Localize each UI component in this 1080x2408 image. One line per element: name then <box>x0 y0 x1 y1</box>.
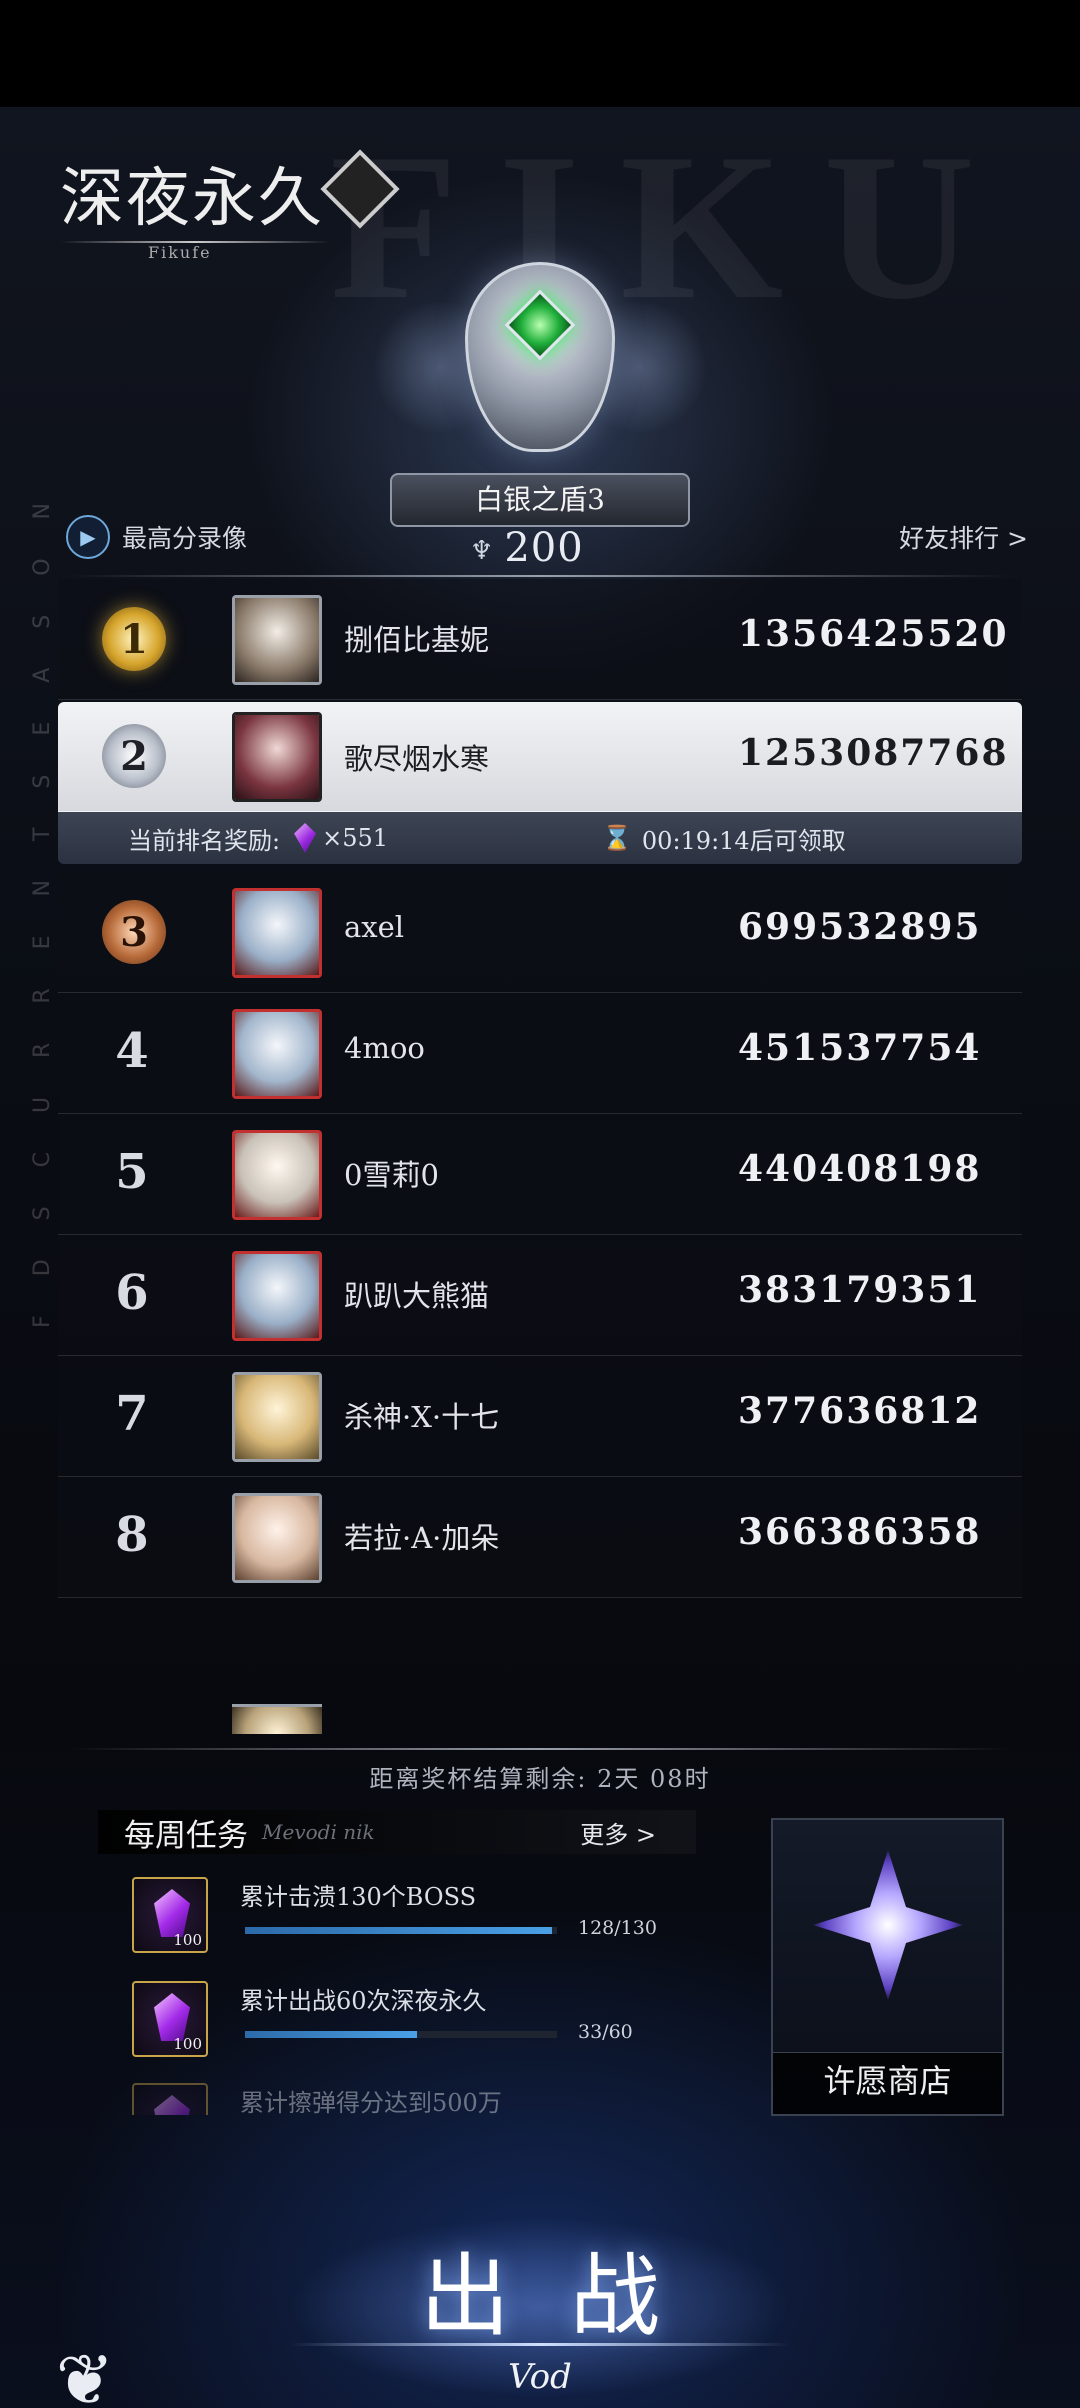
reward-gem-icon: 100 <box>132 1877 208 1953</box>
reward-count: 100 <box>173 2035 202 2053</box>
rank-number: 6 <box>115 1265 149 1321</box>
play-icon: ▶ <box>66 515 110 559</box>
task-item[interactable]: 100 累计出战60次深夜永久 33/60 <box>98 1973 688 2061</box>
rank-number: 4 <box>115 1023 149 1079</box>
high-score-replay-button[interactable]: ▶ 最高分录像 <box>66 515 247 559</box>
leaderboard-row[interactable]: 5 0雪莉0 440408198 <box>58 1114 1022 1235</box>
wish-shop-button[interactable]: 许愿商店 <box>771 1818 1004 2116</box>
avatar[interactable] <box>232 1251 322 1341</box>
weekly-tasks-subtitle: Mevodi nik <box>262 1820 375 1844</box>
task-label: 累计击溃130个BOSS <box>240 1883 477 1911</box>
player-name: 趴趴大熊猫 <box>344 1279 490 1313</box>
friend-ranking-link[interactable]: 好友排行 > <box>899 519 1028 555</box>
weekly-tasks-header: 每周任务 Mevodi nik 更多 > <box>98 1810 696 1854</box>
current-rank-reward: 当前排名奖励: ×551 ⌛ 00:19:14后可领取 <box>58 812 1022 864</box>
high-score-label: 最高分录像 <box>122 524 248 553</box>
leaderboard-row[interactable]: 3 axel 699532895 <box>58 872 1022 993</box>
gold-medal-icon: 1 <box>102 607 166 671</box>
reward-count: 100 <box>173 1931 202 1949</box>
season-settlement-timer: 距离奖杯结算剩余: 2天 08时 <box>369 1765 711 1793</box>
logo-title: 深夜永久 <box>60 162 324 236</box>
avatar[interactable] <box>232 1009 322 1099</box>
task-progress-fill <box>245 1927 553 1934</box>
rank-number: 7 <box>115 1386 149 1442</box>
battle-subtitle: Vod <box>508 2357 572 2397</box>
avatar[interactable] <box>232 888 322 978</box>
avatar[interactable] <box>232 1372 322 1462</box>
divider <box>70 1748 1010 1750</box>
wish-shop-label: 许愿商店 <box>823 2062 952 2100</box>
player-score: 440408198 <box>738 1148 982 1190</box>
back-feather-icon[interactable]: ❦ <box>42 2339 128 2408</box>
player-name: 若拉·A·加朵 <box>344 1521 500 1555</box>
battle-divider <box>290 2343 790 2346</box>
leaderboard-row[interactable]: 8 若拉·A·加朵 366386358 <box>58 1477 1022 1598</box>
leaderboard-row[interactable]: 7 杀神·X·十七 377636812 <box>58 1356 1022 1477</box>
rank-number: 8 <box>115 1507 149 1563</box>
player-score: 377636812 <box>738 1390 982 1432</box>
avatar[interactable] <box>232 712 322 802</box>
player-score: 1356425520 <box>738 613 1009 655</box>
player-score: 451537754 <box>738 1027 982 1069</box>
battle-button[interactable]: 出战 Vod <box>270 2187 810 2407</box>
trophy-count: ♆ 200 <box>470 525 584 571</box>
status-bar <box>0 0 1080 107</box>
avatar-partial <box>232 1704 322 1734</box>
task-progress-bar <box>245 1927 557 1934</box>
player-name: 歌尽烟水寒 <box>344 742 490 776</box>
more-tasks-link[interactable]: 更多 > <box>580 1815 656 1850</box>
wish-star-icon <box>813 1850 963 2000</box>
battle-label: 出战 <box>420 2244 720 2349</box>
player-name: 杀神·X·十七 <box>344 1400 500 1434</box>
leaderboard-row[interactable]: 6 趴趴大熊猫 383179351 <box>58 1235 1022 1356</box>
weekly-tasks-title: 每周任务 <box>124 1817 248 1854</box>
rank-emblem[interactable] <box>370 242 710 502</box>
player-name: 0雪莉0 <box>344 1158 439 1192</box>
season-vertical-text: F D S C U R R E N T S E A S O N <box>30 487 55 1328</box>
task-progress-bar <box>245 2031 557 2038</box>
game-logo: 深夜永久 Fikufe <box>60 147 400 262</box>
avatar[interactable] <box>232 1130 322 1220</box>
player-score: 1253087768 <box>738 732 1009 774</box>
player-name: axel <box>344 910 405 944</box>
task-progress-text: 33/60 <box>578 2021 633 2043</box>
reward-amount: ×551 <box>322 824 389 852</box>
reward-label: 当前排名奖励: <box>128 826 281 855</box>
task-item[interactable]: 累计擦弹得分达到500万 <box>98 2075 688 2115</box>
player-name: 4moo <box>344 1031 425 1065</box>
reward-timer: 00:19:14后可领取 <box>641 826 846 855</box>
divider <box>70 575 1010 577</box>
rank-number: 5 <box>115 1144 149 1200</box>
game-screen: FIKU F D S C U R R E N T S E A S O N 深夜永… <box>0 107 1080 2408</box>
avatar[interactable] <box>232 595 322 685</box>
purple-gem-icon <box>294 823 317 853</box>
task-progress-fill <box>245 2031 417 2038</box>
task-label: 累计出战60次深夜永久 <box>240 1987 487 2015</box>
silver-medal-icon: 2 <box>102 724 166 788</box>
leaderboard-list[interactable]: 1 捌佰比基妮 1356425520 2 歌尽烟水寒 1253087768 当前… <box>58 579 1022 1704</box>
logo-subtitle: Fikufe <box>148 243 212 262</box>
player-score: 366386358 <box>738 1511 982 1553</box>
rank-name: 白银之盾3 <box>390 473 690 527</box>
hourglass-icon: ⌛ <box>602 824 632 852</box>
task-label: 累计擦弹得分达到500万 <box>240 2089 502 2115</box>
player-score: 383179351 <box>738 1269 982 1311</box>
player-score: 699532895 <box>738 906 982 948</box>
avatar[interactable] <box>232 1493 322 1583</box>
trophy-value: 200 <box>504 525 584 571</box>
bronze-medal-icon: 3 <box>102 900 166 964</box>
leaderboard-row-current-player[interactable]: 2 歌尽烟水寒 1253087768 <box>58 702 1022 812</box>
reward-gem-icon: 100 <box>132 1981 208 2057</box>
player-name: 捌佰比基妮 <box>344 623 490 657</box>
task-progress-text: 128/130 <box>578 1917 657 1939</box>
leaderboard-row[interactable]: 4 4moo 451537754 <box>58 993 1022 1114</box>
leaderboard-row[interactable]: 1 捌佰比基妮 1356425520 <box>58 579 1022 700</box>
trophy-icon: ♆ <box>470 536 495 566</box>
reward-gem-icon <box>132 2083 208 2115</box>
task-item[interactable]: 100 累计击溃130个BOSS 128/130 <box>98 1869 688 1957</box>
